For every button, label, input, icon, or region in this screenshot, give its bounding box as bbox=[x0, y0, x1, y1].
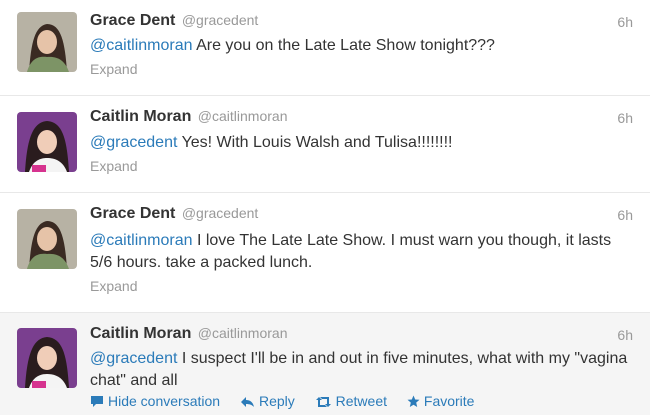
timestamp[interactable]: 6h bbox=[617, 14, 633, 30]
speech-bubble-icon bbox=[91, 396, 103, 407]
tweet-expanded[interactable]: Caitlin Moran @caitlinmoran 6h @graceden… bbox=[0, 313, 650, 415]
tweet-header: Caitlin Moran @caitlinmoran bbox=[90, 108, 287, 126]
reply-arrow-icon bbox=[240, 397, 254, 407]
author-name[interactable]: Grace Dent bbox=[90, 205, 175, 222]
author-name[interactable]: Grace Dent bbox=[90, 12, 175, 29]
avatar[interactable] bbox=[17, 12, 77, 72]
expand-link[interactable]: Expand bbox=[90, 61, 137, 77]
favorite-button[interactable]: Favorite bbox=[407, 393, 475, 409]
expand-link[interactable]: Expand bbox=[90, 158, 137, 174]
tweet-header: Grace Dent @gracedent bbox=[90, 12, 258, 30]
conversation-timeline: Grace Dent @gracedent 6h @caitlinmoran A… bbox=[0, 0, 650, 415]
caitlin-moran-avatar-image bbox=[17, 328, 77, 388]
hide-conversation-label: Hide conversation bbox=[108, 393, 221, 409]
timestamp[interactable]: 6h bbox=[617, 110, 633, 126]
author-name[interactable]: Caitlin Moran bbox=[90, 325, 191, 342]
timestamp[interactable]: 6h bbox=[617, 207, 633, 223]
retweet-button[interactable]: Retweet bbox=[315, 393, 387, 409]
avatar[interactable] bbox=[17, 209, 77, 269]
tweet-header: Caitlin Moran @caitlinmoran bbox=[90, 325, 287, 343]
tweet-text: @caitlinmoran Are you on the Late Late S… bbox=[90, 35, 630, 57]
hide-conversation-button[interactable]: Hide conversation bbox=[90, 393, 220, 409]
author-handle[interactable]: @caitlinmoran bbox=[198, 108, 288, 124]
grace-dent-avatar-image bbox=[17, 209, 77, 269]
favorite-label: Favorite bbox=[423, 393, 475, 409]
tweet-actions: Hide conversation Reply Retweet Favorite bbox=[90, 393, 490, 409]
star-icon bbox=[407, 395, 420, 407]
reply-label: Reply bbox=[258, 393, 295, 409]
tweet[interactable]: Caitlin Moran @caitlinmoran 6h @graceden… bbox=[0, 96, 650, 193]
tweet-body: Yes! With Louis Walsh and Tulisa!!!!!!!! bbox=[177, 134, 453, 151]
retweet-label: Retweet bbox=[335, 393, 387, 409]
tweet-body: Are you on the Late Late Show tonight??? bbox=[192, 37, 495, 54]
tweet[interactable]: Grace Dent @gracedent 6h @caitlinmoran A… bbox=[0, 0, 650, 96]
author-name[interactable]: Caitlin Moran bbox=[90, 108, 191, 125]
mention-link[interactable]: @gracedent bbox=[90, 134, 177, 151]
tweet-text: @caitlinmoran I love The Late Late Show.… bbox=[90, 230, 630, 274]
mention-link[interactable]: @gracedent bbox=[90, 350, 177, 367]
author-handle[interactable]: @gracedent bbox=[182, 12, 258, 28]
tweet[interactable]: Grace Dent @gracedent 6h @caitlinmoran I… bbox=[0, 193, 650, 313]
tweet-header: Grace Dent @gracedent bbox=[90, 205, 258, 223]
author-handle[interactable]: @caitlinmoran bbox=[198, 325, 288, 341]
timestamp[interactable]: 6h bbox=[617, 327, 633, 343]
avatar[interactable] bbox=[17, 112, 77, 172]
avatar[interactable] bbox=[17, 328, 77, 388]
grace-dent-avatar-image bbox=[17, 12, 77, 72]
mention-link[interactable]: @caitlinmoran bbox=[90, 232, 193, 249]
retweet-icon bbox=[315, 397, 331, 407]
reply-button[interactable]: Reply bbox=[240, 393, 295, 409]
mention-link[interactable]: @caitlinmoran bbox=[90, 37, 193, 54]
author-handle[interactable]: @gracedent bbox=[182, 205, 258, 221]
caitlin-moran-avatar-image bbox=[17, 112, 77, 172]
expand-link[interactable]: Expand bbox=[90, 278, 137, 294]
tweet-text: @gracedent I suspect I'll be in and out … bbox=[90, 348, 630, 392]
tweet-text: @gracedent Yes! With Louis Walsh and Tul… bbox=[90, 132, 630, 154]
